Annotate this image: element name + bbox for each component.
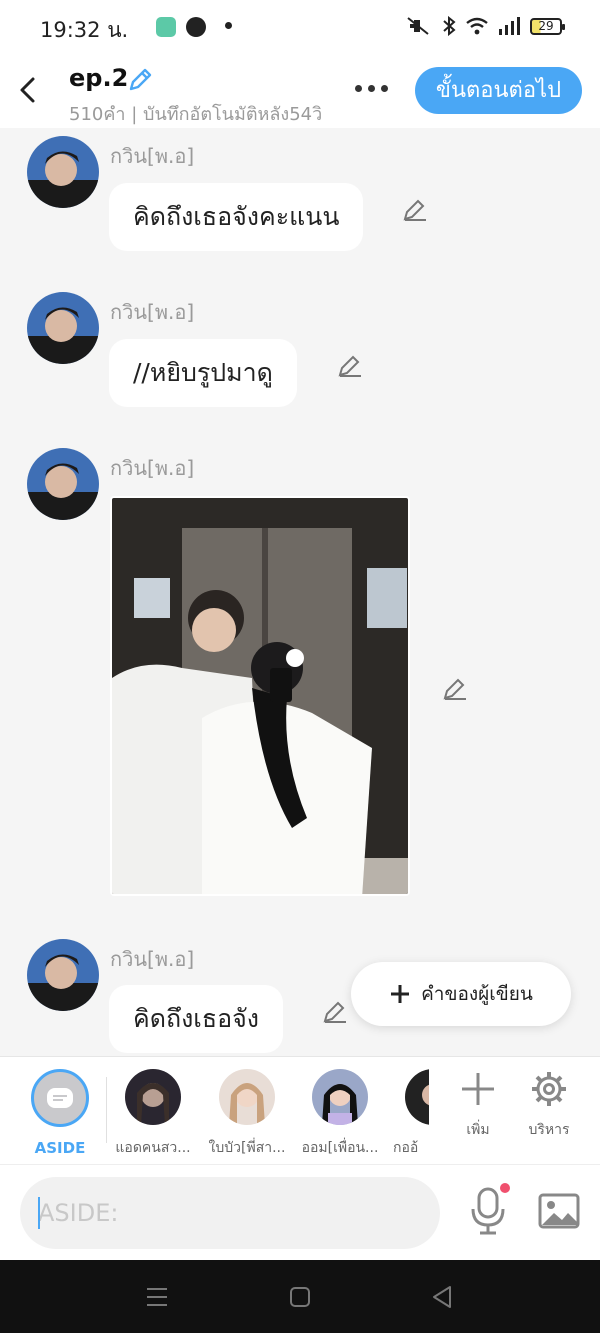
message-bubble[interactable]: คิดถึงเธอจัง	[109, 985, 283, 1053]
character-label: ใบบัว[พี่สา...	[208, 1140, 286, 1156]
character-avatar	[312, 1069, 368, 1125]
character-avatar	[219, 1069, 275, 1125]
aside-avatar	[31, 1069, 89, 1127]
microphone-icon[interactable]	[470, 1187, 506, 1235]
character-name: กวิน[พ.อ]	[110, 947, 195, 971]
signal-icon	[499, 17, 520, 35]
avatar[interactable]	[27, 939, 99, 1011]
edit-icon[interactable]	[322, 998, 348, 1024]
add-label: เพิ่ม	[466, 1122, 490, 1138]
message-bubble[interactable]: //หยิบรูปมาดู	[109, 339, 297, 407]
edit-icon[interactable]	[337, 352, 363, 378]
mute-icon	[407, 17, 429, 35]
character-label: ASIDE	[34, 1139, 86, 1157]
character-label: ออม[เพื่อน...	[301, 1140, 379, 1156]
character-label: แอดคนสว...	[115, 1140, 191, 1156]
notification-dot	[225, 22, 232, 29]
menu-icon[interactable]	[145, 1286, 169, 1308]
manage-label: บริหาร	[528, 1122, 570, 1138]
character-item[interactable]: แอดคนสว...	[113, 1069, 193, 1159]
more-options-icon[interactable]	[355, 85, 388, 92]
character-aside[interactable]: ASIDE	[20, 1069, 100, 1157]
divider	[106, 1077, 107, 1143]
system-nav-bar	[0, 1260, 600, 1333]
home-icon[interactable]	[289, 1286, 311, 1308]
plus-icon	[462, 1073, 494, 1105]
back-icon[interactable]	[431, 1285, 453, 1309]
wifi-icon	[466, 17, 488, 35]
character-selector: ASIDE แอดคนสว... ใบบัว[พี่สา... ออม[เพื่…	[0, 1056, 600, 1164]
comment-icon	[47, 1088, 73, 1108]
character-item[interactable]: ออม[เพื่อน...	[300, 1069, 380, 1159]
author-note-button[interactable]: คำของผู้เขียน	[351, 962, 571, 1026]
story-feed[interactable]: กวิน[พ.อ] คิดถึงเธอจังคะแนน กวิน[พ.อ] //…	[0, 128, 600, 1056]
character-avatar	[125, 1069, 181, 1125]
plus-icon	[391, 985, 410, 1003]
gear-icon	[532, 1072, 566, 1106]
word-count-autosave: 510คำ | บันทึกอัตโนมัติหลัง54วิ	[69, 104, 323, 125]
next-step-button[interactable]: ขั้นตอนต่อไป	[415, 67, 582, 114]
avatar[interactable]	[27, 448, 99, 520]
author-note-label: คำของผู้เขียน	[421, 983, 533, 1005]
app-icon	[186, 17, 206, 37]
status-bar: 19:32 น. 29	[0, 0, 600, 54]
message-bubble[interactable]: คิดถึงเธอจังคะแนน	[109, 183, 364, 251]
character-item[interactable]: กออ้	[393, 1069, 429, 1159]
avatar[interactable]	[27, 136, 99, 208]
episode-header: ep.2 510คำ | บันทึกอัตโนมัติหลัง54วิ ขั้…	[0, 54, 600, 128]
manage-characters-button[interactable]: บริหาร	[519, 1069, 579, 1141]
edit-icon[interactable]	[442, 675, 468, 701]
message-photo[interactable]	[110, 496, 410, 896]
back-arrow-icon[interactable]	[16, 76, 40, 104]
character-item[interactable]: ใบบัว[พี่สา...	[207, 1069, 287, 1159]
image-icon[interactable]	[538, 1193, 580, 1229]
battery-icon: 29	[530, 17, 565, 35]
avatar[interactable]	[27, 292, 99, 364]
character-name: กวิน[พ.อ]	[110, 144, 195, 168]
edit-icon[interactable]	[402, 196, 428, 222]
edit-title-icon[interactable]	[126, 66, 154, 94]
bluetooth-icon	[443, 16, 456, 36]
compose-bar	[0, 1164, 600, 1260]
app-icon	[156, 17, 176, 37]
character-avatar	[405, 1069, 429, 1125]
character-name: กวิน[พ.อ]	[110, 300, 195, 324]
character-label: กออ้	[393, 1140, 419, 1156]
add-character-button[interactable]: เพิ่ม	[448, 1069, 508, 1141]
text-caret	[38, 1197, 40, 1229]
message-input[interactable]	[20, 1177, 440, 1249]
status-time: 19:32 น.	[40, 18, 129, 42]
character-name: กวิน[พ.อ]	[110, 456, 195, 480]
recording-dot	[500, 1183, 510, 1193]
episode-title[interactable]: ep.2	[69, 64, 128, 92]
